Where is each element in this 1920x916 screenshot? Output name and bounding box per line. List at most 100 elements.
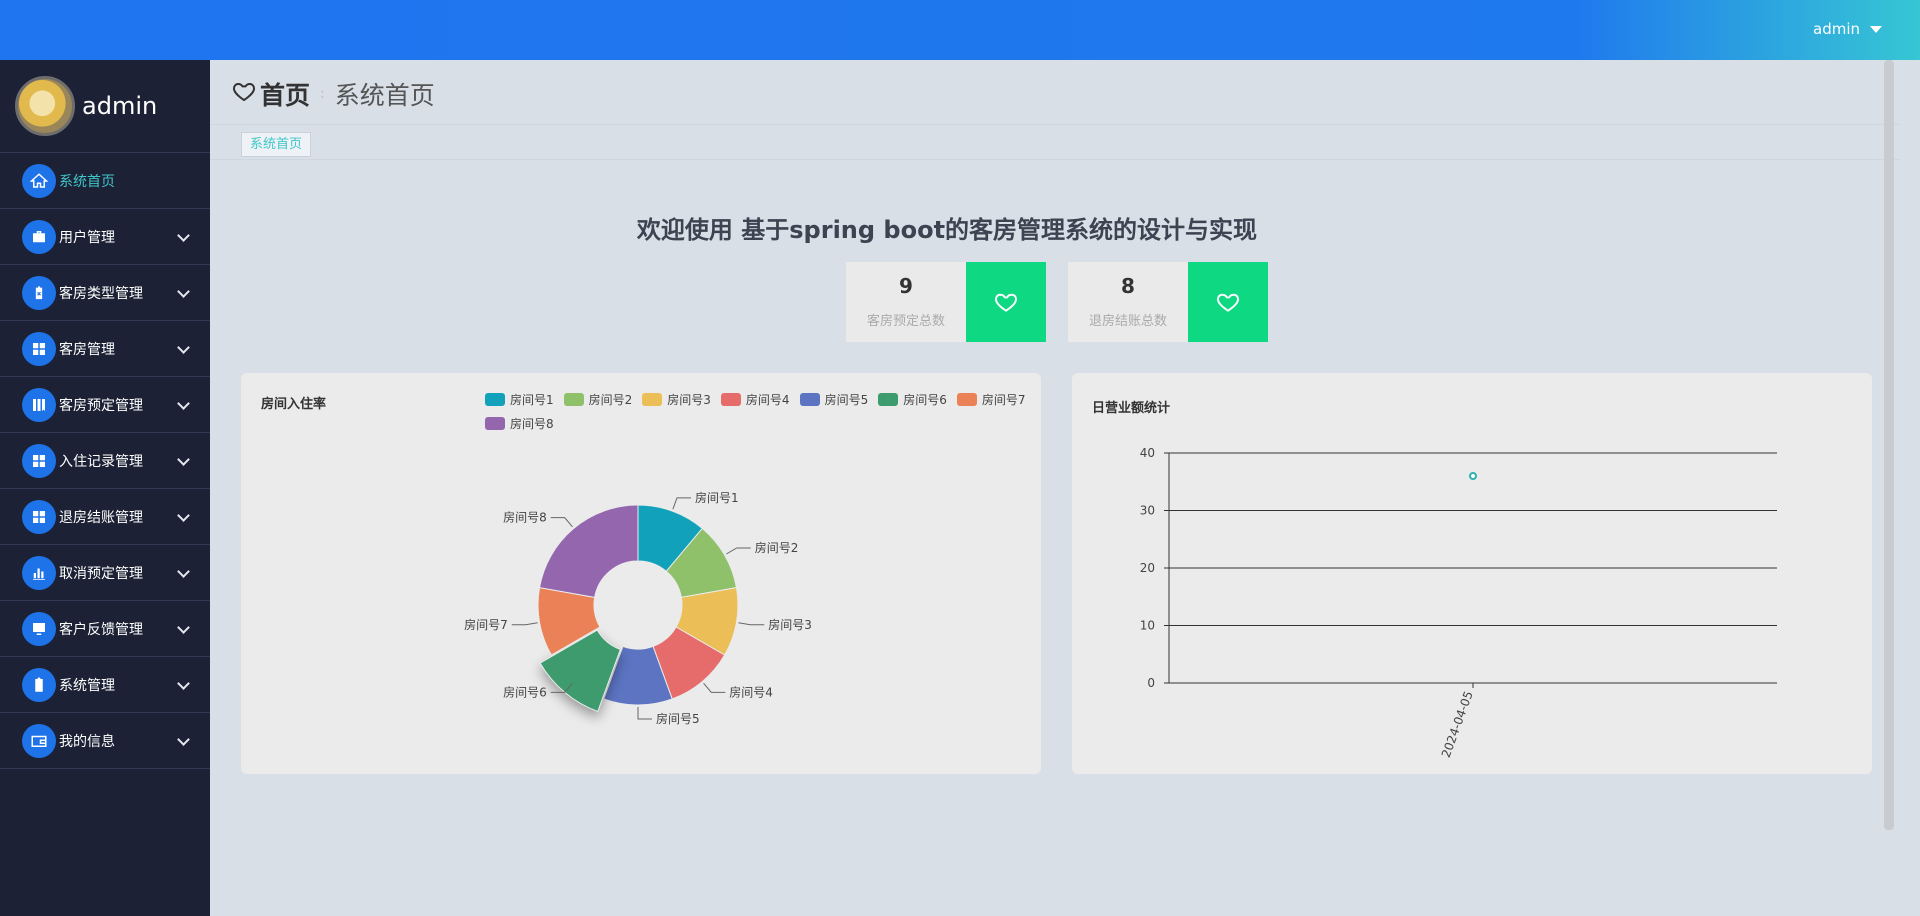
stat-info: 9 客房预定总数 bbox=[846, 262, 966, 342]
y-tick-label: 0 bbox=[1147, 676, 1155, 690]
pie-label: 房间号6 bbox=[503, 684, 547, 699]
grid-icon bbox=[22, 443, 56, 478]
chevron-down-icon bbox=[177, 229, 190, 242]
occupancy-chart-card: 房间入住率 房间号1 房间号2 房间号3 房间号4 房间号5 房间号6 房间号7 房间号8 房… bbox=[241, 373, 1041, 774]
sidebar-item[interactable]: 客房管理 bbox=[0, 321, 210, 377]
sidebar-item-label: 系统首页 bbox=[59, 173, 115, 190]
top-bar: admin bbox=[0, 0, 1920, 60]
tab-home[interactable]: 系统首页 bbox=[241, 132, 312, 157]
divider bbox=[210, 124, 1900, 125]
sidebar-item-label: 客房管理 bbox=[59, 341, 115, 358]
label-leader-line bbox=[738, 622, 765, 626]
label-leader-line bbox=[637, 707, 652, 720]
pie-label: 房间号3 bbox=[768, 617, 812, 632]
stat-label: 客房预定总数 bbox=[866, 314, 945, 329]
chevron-down-icon bbox=[177, 621, 190, 634]
breadcrumb-separator: : bbox=[320, 86, 325, 102]
sidebar-item[interactable]: 退房结账管理 bbox=[0, 489, 210, 545]
label-leader-line bbox=[511, 622, 538, 626]
heart-icon bbox=[1188, 262, 1268, 342]
sidebar-item[interactable]: 客房预定管理 bbox=[0, 377, 210, 433]
x-tick-label: 2024-04-05 bbox=[1439, 689, 1476, 759]
divider bbox=[210, 159, 1900, 160]
user-menu[interactable]: admin bbox=[1813, 20, 1882, 38]
pie-slice[interactable] bbox=[538, 504, 639, 598]
stat-label: 退房结账总数 bbox=[1088, 314, 1167, 329]
sidebar-item-label: 退房结账管理 bbox=[59, 509, 143, 526]
sidebar-item-label: 客房预定管理 bbox=[59, 397, 143, 414]
grid-icon bbox=[22, 499, 56, 534]
pie-label: 房间号8 bbox=[503, 510, 547, 525]
stat-info: 8 退房结账总数 bbox=[1068, 262, 1188, 342]
stat-value: 9 bbox=[899, 274, 913, 298]
breadcrumb-home[interactable]: 首页 bbox=[260, 76, 310, 112]
y-tick-label: 30 bbox=[1140, 504, 1155, 518]
stat-value: 8 bbox=[1121, 274, 1135, 298]
profile-name: admin bbox=[82, 92, 158, 120]
sidebar-item-label: 用户管理 bbox=[59, 229, 115, 246]
data-point[interactable] bbox=[1469, 472, 1477, 480]
sidebar-item[interactable]: 用户管理 bbox=[0, 209, 210, 265]
avatar bbox=[15, 76, 75, 136]
sidebar-item[interactable]: 入住记录管理 bbox=[0, 433, 210, 489]
heart-icon bbox=[966, 262, 1046, 342]
stat-card-checkouts: 8 退房结账总数 bbox=[1068, 262, 1268, 342]
sidebar-item-label: 系统管理 bbox=[59, 677, 115, 694]
chevron-down-icon bbox=[177, 565, 190, 578]
chevron-down-icon bbox=[177, 341, 190, 354]
caret-down-icon bbox=[1870, 25, 1882, 33]
pie-label: 房间号2 bbox=[755, 540, 799, 555]
welcome-title: 欢迎使用 基于spring boot的客房管理系统的设计与实现 bbox=[636, 216, 1258, 244]
revenue-chart: 0 10 20 30 40 2024-04-05 bbox=[1140, 446, 1777, 760]
label-leader-line bbox=[550, 517, 573, 528]
chevron-down-icon bbox=[177, 453, 190, 466]
main-content: 首页 : 系统首页 系统首页 欢迎使用 基于spring boot的客房管理系统… bbox=[210, 60, 1900, 916]
chevron-down-icon bbox=[177, 509, 190, 522]
sidebar-menu: 系统首页用户管理客房类型管理 客房管理客房预定管理 入住记录管理 退房结账管理 取消预定… bbox=[0, 153, 210, 769]
pie-label: 房间号7 bbox=[464, 617, 508, 632]
sidebar-item-label: 客户反馈管理 bbox=[59, 621, 143, 638]
pie-label: 房间号1 bbox=[695, 490, 739, 505]
sidebar-profile: admin bbox=[0, 60, 210, 153]
grid-icon bbox=[22, 331, 56, 366]
sidebar-item[interactable]: 系统首页 bbox=[0, 153, 210, 209]
sidebar-item[interactable]: 客户反馈管理 bbox=[0, 601, 210, 657]
pie-label: 房间号4 bbox=[729, 684, 773, 699]
revenue-chart-card: 日营业额统计 0 10 20 30 40 2024-04-05 bbox=[1072, 373, 1872, 774]
breadcrumb: 首页 : 系统首页 bbox=[232, 76, 435, 112]
bookmark-columns-icon bbox=[22, 387, 56, 422]
sidebar: admin 系统首页用户管理客房类型管理 客房管理客房预定管理 入住记录管理 退房结账… bbox=[0, 60, 210, 916]
monitor-icon bbox=[22, 611, 56, 646]
clipboard-x-icon bbox=[22, 275, 56, 310]
bar-chart-icon bbox=[22, 555, 56, 590]
scrollbar[interactable] bbox=[1884, 60, 1894, 830]
label-leader-line bbox=[703, 682, 726, 693]
y-tick-label: 20 bbox=[1140, 561, 1155, 575]
chevron-down-icon bbox=[177, 733, 190, 746]
breadcrumb-current: 系统首页 bbox=[334, 81, 435, 110]
briefcase-icon bbox=[22, 219, 56, 254]
pie-label: 房间号5 bbox=[656, 711, 700, 726]
home-icon bbox=[22, 163, 56, 198]
sidebar-item-label: 取消预定管理 bbox=[59, 565, 143, 582]
y-tick-label: 40 bbox=[1140, 446, 1155, 460]
pie-chart: 房间号1 房间号2 房间号3 房间号4 房间号5 房间号6 房间号7 房间号8 bbox=[464, 490, 812, 726]
sidebar-item[interactable]: 我的信息 bbox=[0, 713, 210, 769]
sidebar-item-label: 客房类型管理 bbox=[59, 285, 143, 302]
user-menu-label: admin bbox=[1813, 20, 1860, 38]
label-leader-line bbox=[726, 547, 751, 555]
chevron-down-icon bbox=[177, 285, 190, 298]
sidebar-item-label: 入住记录管理 bbox=[59, 453, 143, 470]
sidebar-item[interactable]: 客房类型管理 bbox=[0, 265, 210, 321]
sidebar-item-label: 我的信息 bbox=[59, 733, 115, 750]
stat-card-bookings: 9 客房预定总数 bbox=[846, 262, 1046, 342]
sidebar-item[interactable]: 取消预定管理 bbox=[0, 545, 210, 601]
wallet-icon bbox=[22, 723, 56, 758]
y-tick-label: 10 bbox=[1140, 619, 1155, 633]
chevron-down-icon bbox=[177, 677, 190, 690]
clipboard-icon bbox=[22, 667, 56, 702]
chevron-down-icon bbox=[177, 397, 190, 410]
label-leader-line bbox=[672, 497, 691, 510]
heart-outline-icon bbox=[232, 79, 256, 109]
sidebar-item[interactable]: 系统管理 bbox=[0, 657, 210, 713]
